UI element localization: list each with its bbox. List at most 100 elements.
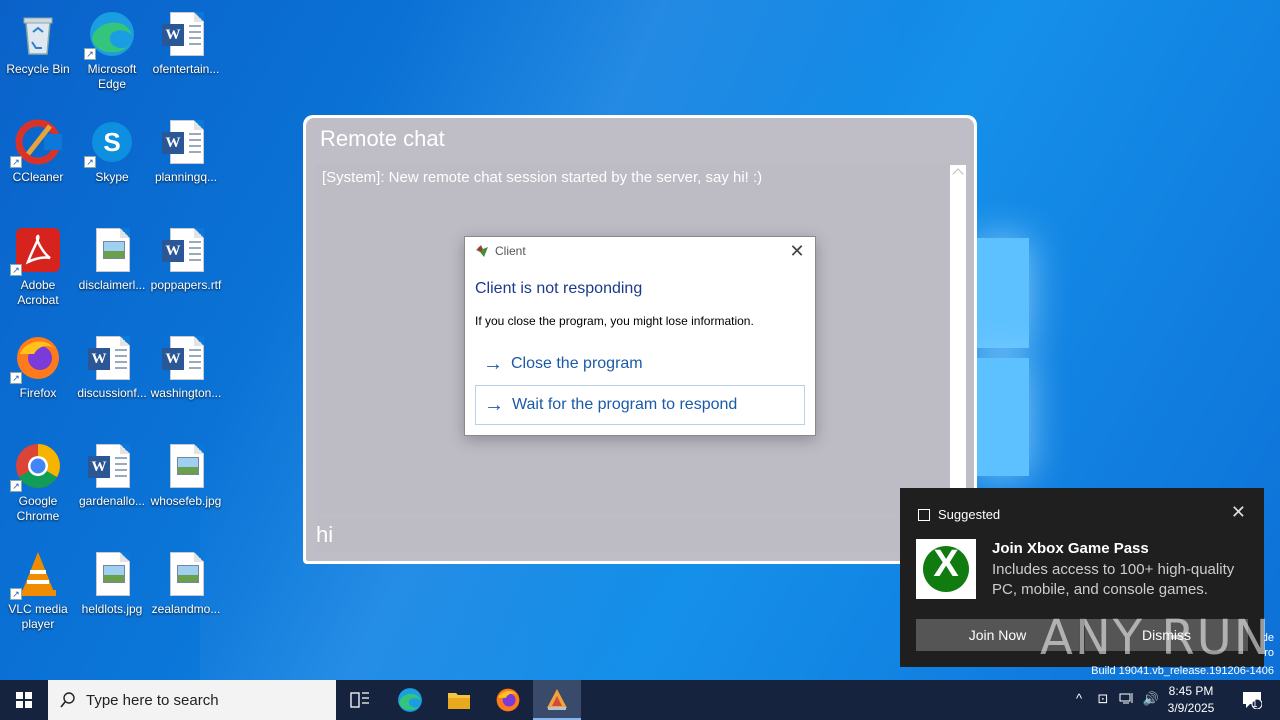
word-document-icon: W [162,10,210,58]
image-file-icon [162,442,210,490]
desktop-icon-label: heldlots.jpg [81,602,143,616]
desktop-icon-poppapers[interactable]: W poppapers.rtf [148,220,224,324]
close-program-option[interactable]: → Close the program [475,344,805,384]
join-now-button[interactable]: Join Now [916,619,1079,651]
desktop-icon-label: poppapers.rtf [150,278,222,292]
action-center-notifications-icon[interactable]: 1 [1240,691,1264,710]
desktop-icon-label: Microsoft Edge [87,62,137,91]
desktop-icon-label: Adobe Acrobat [17,278,59,307]
vlc-icon: ↗ [10,550,62,600]
recycle-bin-icon [14,10,62,58]
clock-time: 8:45 PM [1168,684,1214,698]
taskbar-search[interactable]: Type here to search [48,680,336,720]
taskbar-file-explorer-button[interactable] [435,680,483,720]
suggested-icon [918,508,930,521]
desktop-icon-label: planningq... [154,170,218,184]
wait-program-label: Wait for the program to respond [512,396,738,413]
toast-close-icon[interactable]: ✕ [1231,502,1246,523]
word-document-icon: W [162,334,210,382]
windows-logo-wallpaper [975,238,1031,478]
client-app-icon [475,244,489,258]
dismiss-button[interactable]: Dismiss [1085,619,1248,651]
dialog-heading: Client is not responding [475,280,643,297]
desktop-icon-adobe-acrobat[interactable]: ↗ Adobe Acrobat [0,220,76,324]
word-document-icon: W [162,226,210,274]
desktop-icon-microsoft-edge[interactable]: ↗ Microsoft Edge [74,4,150,108]
desktop-icon-firefox[interactable]: ↗ Firefox [0,328,76,432]
not-responding-dialog[interactable]: Client ✕ Client is not responding If you… [464,236,816,436]
task-view-button[interactable] [336,680,384,720]
desktop-icon-label: Firefox [19,386,57,400]
desktop-icon-skype[interactable]: S ↗ Skype [74,112,150,216]
meet-now-icon[interactable]: ⊡ [1094,691,1112,709]
toast-title: Join Xbox Game Pass [992,540,1149,557]
taskbar-clock[interactable]: 8:45 PM 3/9/2025 [1156,683,1226,717]
build-info: Build 19041.vb_release.191206-1406 [1091,665,1274,677]
dialog-titlebar: Client [475,244,526,258]
firefox-icon [496,688,520,712]
desktop-icon-label: discussionf... [77,386,147,400]
show-hidden-icons-chevron-icon[interactable]: ^ [1070,691,1088,709]
dialog-title: Client [495,244,526,258]
desktop-icon-grid: Recycle Bin ↗ CCleaner ↗ Adobe Acrobat ↗… [0,0,230,680]
desktop-icon-discussion[interactable]: W discussionf... [74,328,150,432]
desktop-icon-label: Google Chrome [16,494,60,523]
desktop-icon-label: Skype [95,170,129,184]
wait-program-option[interactable]: → Wait for the program to respond [475,385,805,425]
dialog-close-icon[interactable]: ✕ [787,241,807,262]
desktop-icon-whosefeb[interactable]: whosefeb.jpg [148,436,224,540]
desktop-icon-heldlots[interactable]: heldlots.jpg [74,544,150,648]
chat-window-title: Remote chat [320,126,445,151]
desktop-icon-ofentertain[interactable]: W ofentertain... [148,4,224,108]
chat-input[interactable]: hi [316,518,966,552]
firefox-icon: ↗ [10,334,62,384]
adobe-acrobat-icon: ↗ [10,226,62,276]
toast-category: Suggested [938,507,1001,522]
search-icon [60,692,75,708]
chat-scrollbar[interactable] [950,165,966,515]
desktop-icon-garden[interactable]: W gardenallo... [74,436,150,540]
desktop-icon-label: zealandmo... [151,602,221,616]
search-placeholder: Type here to search [86,691,219,709]
scroll-up-icon[interactable] [952,168,964,180]
notification-count: 1 [1252,699,1258,710]
edge-icon: ↗ [84,10,136,60]
desktop-icon-google-chrome[interactable]: ↗ Google Chrome [0,436,76,540]
chat-input-value: hi [316,522,334,547]
taskbar-firefox-button[interactable] [484,680,532,720]
skype-icon: S ↗ [84,118,136,168]
word-document-icon: W [162,118,210,166]
desktop-icon-vlc[interactable]: ↗ VLC media player [0,544,76,648]
taskbar-client-app-button[interactable] [533,680,581,720]
desktop-icon-ccleaner[interactable]: ↗ CCleaner [0,112,76,216]
close-program-label: Close the program [511,355,643,372]
notification-toast[interactable]: Suggested ✕ X Join Xbox Game Pass Includ… [900,488,1264,667]
chrome-icon: ↗ [10,442,62,492]
desktop-icon-disclaimer[interactable]: disclaimerl... [74,220,150,324]
desktop-icon-label: gardenallo... [78,494,146,508]
system-message: [System]: New remote chat session starte… [322,169,763,186]
arrow-right-icon: → [484,393,504,416]
desktop-icon-label: VLC media player [8,602,68,631]
network-icon[interactable] [1118,691,1136,709]
desktop-icon-label: washington... [150,386,222,400]
image-file-icon [88,550,136,598]
word-document-icon: W [88,334,136,382]
taskbar-edge-button[interactable] [386,680,434,720]
desktop-icon-label: disclaimerl... [78,278,146,292]
image-file-icon [88,226,136,274]
desktop-icon-label: whosefeb.jpg [150,494,222,508]
desktop-icon-recycle-bin[interactable]: Recycle Bin [0,4,76,108]
word-document-icon: W [88,442,136,490]
windows-start-icon [16,692,32,708]
task-view-icon [350,692,369,708]
desktop-icon-label: CCleaner [12,170,64,184]
desktop-icon-washington[interactable]: W washington... [148,328,224,432]
clock-date: 3/9/2025 [1167,701,1215,715]
start-button[interactable] [0,680,48,720]
toast-header: Suggested [918,507,1000,522]
image-file-icon [162,550,210,598]
desktop-icon-label: Recycle Bin [6,62,70,76]
desktop-icon-zealandmo[interactable]: zealandmo... [148,544,224,648]
desktop-icon-planningq[interactable]: W planningq... [148,112,224,216]
